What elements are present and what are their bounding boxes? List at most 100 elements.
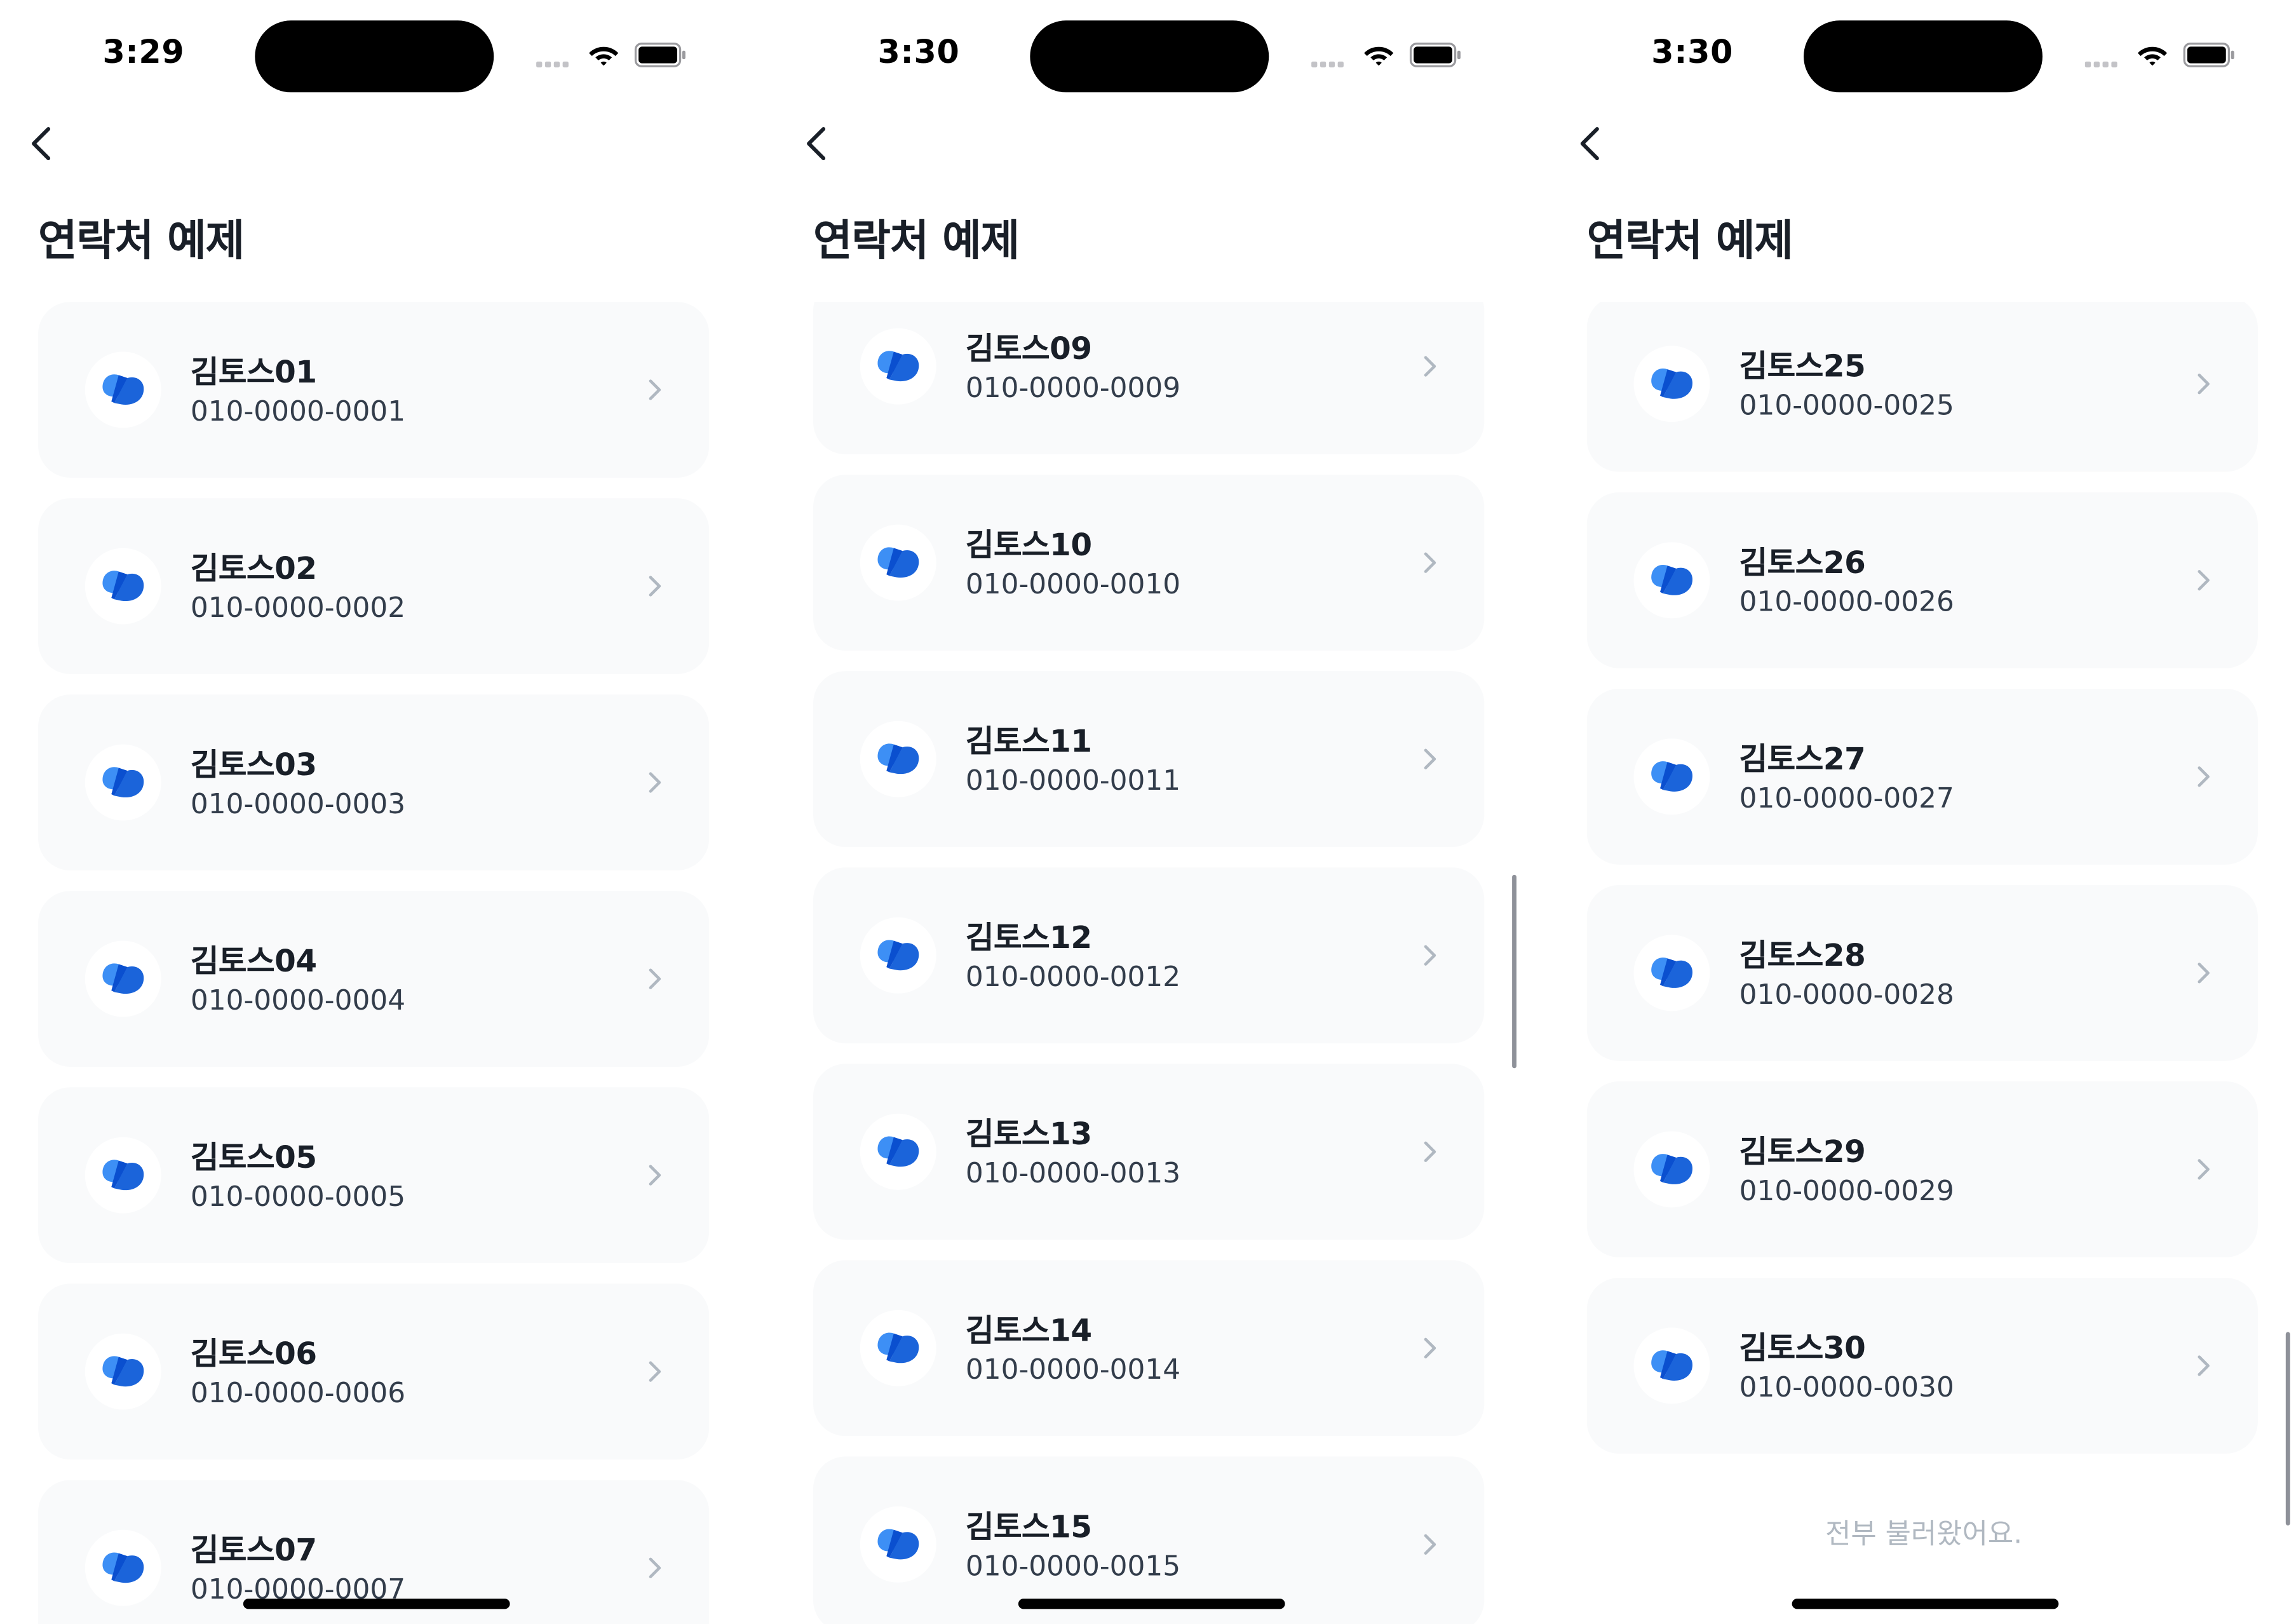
chevron-right-icon	[1424, 945, 1436, 966]
scroll-indicator[interactable]	[2285, 1332, 2290, 1526]
home-indicator	[1792, 1599, 2059, 1609]
chevron-right-icon	[649, 576, 661, 597]
contact-card[interactable]: 김토스03 010-0000-0003	[37, 694, 710, 870]
chevron-right-icon	[2198, 766, 2210, 787]
contact-name: 김토스09	[965, 331, 1092, 367]
chevron-right-icon	[649, 379, 661, 400]
contact-phone: 010-0000-0002	[190, 592, 406, 625]
contact-name: 김토스11	[965, 724, 1092, 759]
avatar	[1633, 935, 1710, 1012]
contact-phone: 010-0000-0005	[190, 1181, 406, 1214]
cellular-signal-icon	[536, 61, 571, 68]
toss-logo-icon	[1651, 1350, 1693, 1381]
chevron-left-icon[interactable]	[27, 123, 59, 165]
chevron-right-icon	[2198, 1355, 2210, 1376]
avatar	[860, 1506, 936, 1583]
contact-phone: 010-0000-0004	[190, 984, 406, 1017]
contact-list[interactable]: 김토스25 010-0000-0025 김토스26 010-0000-0026 김토스2…	[1549, 302, 2296, 1624]
contact-card[interactable]: 김토스11 010-0000-0011	[813, 671, 1485, 848]
contact-card[interactable]: 김토스30 010-0000-0030	[1586, 1278, 2259, 1454]
contact-card[interactable]: 김토스26 010-0000-0026	[1586, 492, 2259, 668]
contact-card[interactable]: 김토스28 010-0000-0028	[1586, 885, 2259, 1061]
contact-name: 김토스14	[965, 1313, 1092, 1348]
contact-card[interactable]: 김토스27 010-0000-0027	[1586, 688, 2259, 865]
contact-phone: 010-0000-0030	[1739, 1371, 1954, 1404]
chevron-right-icon	[2198, 1159, 2210, 1180]
status-time: 3:29	[102, 35, 185, 72]
status-time: 3:30	[877, 35, 960, 72]
contact-name: 김토스15	[965, 1509, 1092, 1545]
cellular-signal-icon	[1311, 61, 1346, 68]
toss-logo-icon	[877, 351, 919, 382]
avatar	[84, 548, 161, 625]
contact-list-content: 김토스09 010-0000-0009 김토스10 010-0000-0010 김토스1…	[813, 302, 1487, 1624]
avatar	[1633, 1327, 1710, 1404]
contact-card[interactable]: 김토스02 010-0000-0002	[37, 498, 710, 674]
chevron-left-icon[interactable]	[802, 123, 834, 165]
page-title: 연락처 예제	[37, 215, 245, 266]
contact-name: 김토스12	[965, 920, 1092, 956]
contact-name: 김토스03	[190, 747, 317, 783]
contact-list[interactable]: 김토스09 010-0000-0009 김토스10 010-0000-0010 김토스1…	[775, 302, 1540, 1624]
wifi-icon	[589, 46, 619, 66]
contact-list[interactable]: 김토스01 010-0000-0001 김토스02 010-0000-0002 김토스0…	[0, 302, 765, 1624]
contact-card[interactable]: 김토스10 010-0000-0010	[813, 475, 1485, 651]
contact-card[interactable]: 김토스05 010-0000-0005	[37, 1087, 710, 1264]
page-title: 연락처 예제	[813, 215, 1020, 266]
contact-phone: 010-0000-0028	[1739, 978, 1954, 1012]
chevron-right-icon	[1424, 552, 1436, 573]
contact-card[interactable]: 김토스09 010-0000-0009	[813, 302, 1485, 454]
end-of-list-message: 전부 불러왔어요.	[1825, 1518, 2023, 1551]
avatar	[860, 1309, 936, 1386]
avatar	[1633, 1131, 1710, 1208]
status-bar: 3:30	[775, 0, 1540, 111]
battery-icon	[2183, 43, 2234, 67]
contact-card[interactable]: 김토스13 010-0000-0013	[813, 1064, 1485, 1240]
cellular-signal-icon	[2084, 61, 2120, 68]
contact-name: 김토스10	[965, 527, 1092, 563]
chevron-right-icon	[1424, 1141, 1436, 1162]
avatar	[84, 744, 161, 821]
toss-logo-icon	[102, 1356, 144, 1387]
contact-phone: 010-0000-0012	[965, 961, 1181, 994]
battery-icon	[1409, 43, 1461, 67]
avatar	[860, 917, 936, 994]
avatar	[860, 721, 936, 797]
wifi-icon	[1364, 46, 1394, 66]
contact-phone: 010-0000-0009	[965, 372, 1181, 405]
contact-name: 김토스05	[190, 1140, 317, 1175]
contact-phone: 010-0000-0014	[965, 1354, 1181, 1386]
contact-card[interactable]: 김토스04 010-0000-0004	[37, 891, 710, 1067]
avatar	[860, 1113, 936, 1190]
chevron-left-icon[interactable]	[1575, 123, 1607, 165]
chevron-right-icon	[649, 1361, 661, 1382]
phone-screen-3: 3:30 연락처 예제 김토스25 010-0000-0025 김토스26 010-0…	[1548, 0, 2296, 1624]
contact-name: 김토스01	[190, 355, 317, 390]
contact-card[interactable]: 김토스06 010-0000-0006	[37, 1283, 710, 1460]
dynamic-island	[1030, 20, 1269, 93]
status-bar: 3:29	[0, 0, 765, 111]
toss-logo-icon	[102, 963, 144, 994]
contact-card[interactable]: 김토스25 010-0000-0025	[1586, 302, 2259, 472]
toss-logo-icon	[877, 743, 919, 775]
contact-phone: 010-0000-0010	[965, 568, 1181, 601]
contact-name: 김토스30	[1739, 1330, 1866, 1366]
chevron-right-icon	[649, 968, 661, 989]
page-title: 연락처 예제	[1586, 215, 1793, 266]
status-time: 3:30	[1651, 35, 1734, 72]
contact-card[interactable]: 김토스01 010-0000-0001	[37, 302, 710, 478]
toss-logo-icon	[102, 374, 144, 405]
contact-name: 김토스13	[965, 1116, 1092, 1152]
contact-card[interactable]: 김토스14 010-0000-0014	[813, 1260, 1485, 1437]
toss-logo-icon	[1651, 565, 1693, 595]
scroll-indicator[interactable]	[1512, 874, 1517, 1069]
contact-phone: 010-0000-0006	[190, 1377, 406, 1410]
contact-card[interactable]: 김토스12 010-0000-0012	[813, 867, 1485, 1044]
contact-name: 김토스02	[190, 551, 317, 586]
toss-logo-icon	[1651, 1154, 1693, 1184]
contact-card[interactable]: 김토스29 010-0000-0029	[1586, 1081, 2259, 1257]
avatar	[860, 328, 936, 405]
chevron-right-icon	[2198, 963, 2210, 984]
dynamic-island	[255, 20, 494, 93]
toss-logo-icon	[877, 1529, 919, 1560]
